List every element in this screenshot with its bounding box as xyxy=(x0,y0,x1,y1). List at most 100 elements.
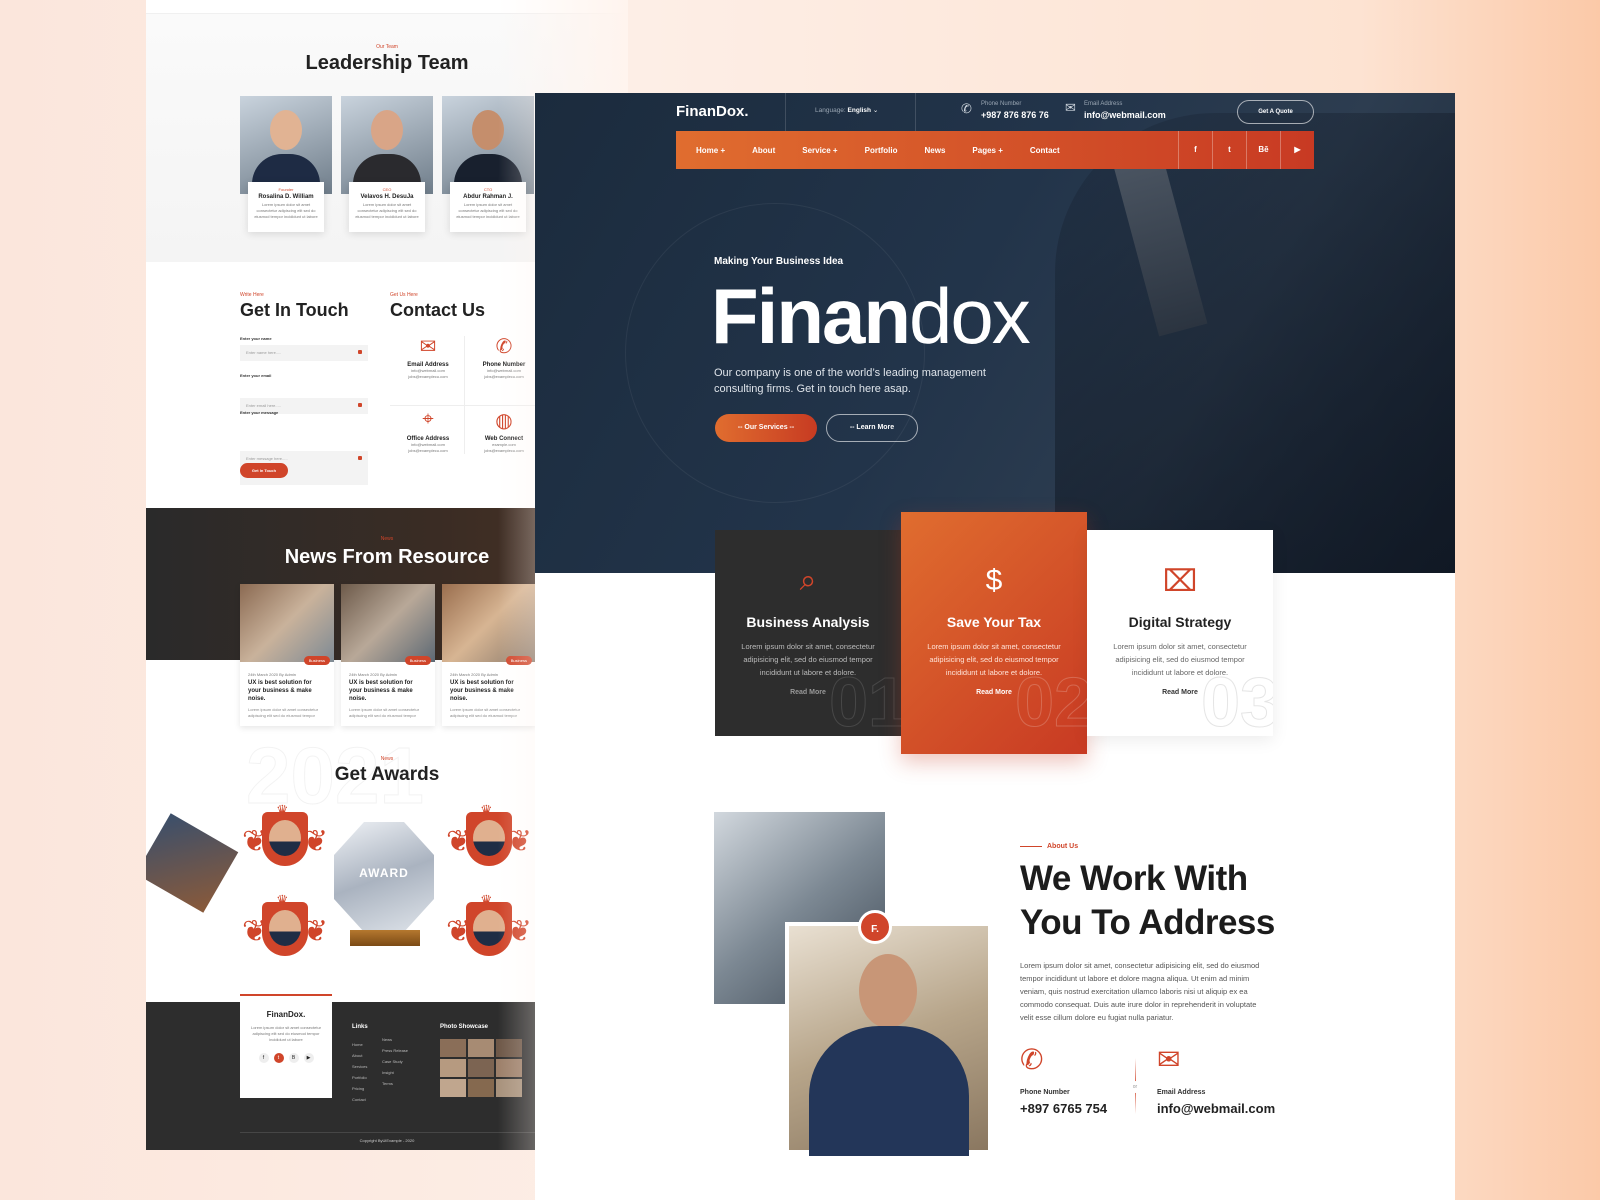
service-title: Business Analysis xyxy=(746,614,870,630)
money-bag-icon: $ xyxy=(985,564,1003,597)
team-role: CEO xyxy=(382,187,392,192)
chevron-down-icon: ⌄ xyxy=(872,107,879,114)
email-placeholder: Enter email here..... xyxy=(246,403,281,408)
envelope-icon: ✉ xyxy=(1157,1044,1181,1075)
briefcase-icon: ⌧ xyxy=(1162,565,1198,598)
twitter-icon[interactable]: t xyxy=(273,1053,284,1063)
message-placeholder: Enter message here..... xyxy=(246,456,288,461)
footer-link[interactable]: Insight xyxy=(382,1067,408,1078)
touch-eyebrow: Write Here xyxy=(240,292,264,298)
team-photo xyxy=(341,96,433,194)
nav-item-pages[interactable]: Pages + xyxy=(972,146,1002,155)
hero-eyebrow: Making Your Business Idea xyxy=(714,256,844,267)
nav-item-portfolio[interactable]: Portfolio xyxy=(865,146,898,155)
team-card[interactable]: CEO Velavos H. DesuJa Lorem ipsum dolor … xyxy=(341,96,433,232)
news-card-title: UX is best solution for your business & … xyxy=(248,680,312,702)
youtube-icon[interactable]: ▶ xyxy=(1280,131,1314,169)
footer-link[interactable]: Contact xyxy=(352,1094,368,1105)
footer-link[interactable]: Pricing xyxy=(352,1083,368,1094)
hero-title-bold: Finan xyxy=(711,272,911,360)
name-label: Enter your name xyxy=(240,336,272,341)
award-portrait xyxy=(269,820,301,856)
facebook-icon[interactable]: f xyxy=(258,1053,269,1063)
about-eyebrow: About Us xyxy=(1047,843,1079,850)
contact-box-office: ⌖ Office Address info@webmail.com jobs@exam… xyxy=(394,408,462,454)
footer-link[interactable]: Portfolio xyxy=(352,1072,368,1083)
footer-brand: FinanDox. xyxy=(266,1010,306,1019)
about-email-value[interactable]: info@webmail.com xyxy=(1157,1101,1275,1116)
news-tag: Business xyxy=(303,656,330,665)
nav-item-contact[interactable]: Contact xyxy=(1030,146,1060,155)
twitter-icon[interactable]: t xyxy=(1212,131,1246,169)
facebook-icon[interactable]: f xyxy=(1178,131,1212,169)
footer-link[interactable]: Press Release xyxy=(382,1045,408,1056)
magnifier-chart-icon: ⌕ xyxy=(799,564,817,597)
photo-thumb[interactable] xyxy=(440,1039,466,1057)
about-phone-value[interactable]: +897 6765 754 xyxy=(1020,1101,1107,1116)
photo-thumb[interactable] xyxy=(468,1039,494,1057)
trophy-base xyxy=(350,930,420,946)
learn-more-button[interactable]: -- Learn More xyxy=(826,414,918,442)
team-name: Rosalina D. William xyxy=(258,194,314,200)
contact-box-line: jobs@examplecu.com xyxy=(408,448,448,453)
photo-thumb[interactable] xyxy=(468,1079,494,1097)
photo-thumb[interactable] xyxy=(440,1079,466,1097)
nav-item-service[interactable]: Service + xyxy=(802,146,837,155)
or-separator: or xyxy=(1129,1081,1141,1093)
about-email-label: Email Address xyxy=(1157,1089,1206,1096)
eyebrow-line xyxy=(1020,846,1042,847)
service-card-save-your-tax[interactable]: $ Save Your Tax Lorem ipsum dolor sit am… xyxy=(901,512,1087,754)
footer-link[interactable]: Case Study xyxy=(382,1056,408,1067)
news-card[interactable]: Business24th March 2020 By AdminUX is be… xyxy=(341,584,435,726)
team-card[interactable]: Founder Rosalina D. William Lorem ipsum … xyxy=(240,96,332,232)
service-card-business-analysis[interactable]: ⌕ Business Analysis Lorem ipsum dolor si… xyxy=(715,530,901,736)
our-services-button[interactable]: -- Our Services -- xyxy=(715,414,817,442)
behance-icon[interactable]: B xyxy=(288,1053,299,1063)
crown-icon: ♛ xyxy=(276,892,289,908)
footer-link[interactable]: News xyxy=(382,1034,408,1045)
team-photo xyxy=(240,96,332,194)
get-a-quote-button[interactable]: Get A Quote xyxy=(1237,100,1314,124)
footer-links-col2: News Press Release Case Study Insight Terms xyxy=(382,1034,408,1089)
footer-link[interactable]: Terms xyxy=(382,1078,408,1089)
email-icon: ✉ xyxy=(1065,100,1076,115)
nav-item-news[interactable]: News xyxy=(925,146,946,155)
footer-link[interactable]: Home xyxy=(352,1039,368,1050)
footer-links-col1: Links Home About Services Portfolio Pricing Co… xyxy=(352,1022,368,1105)
footer-link[interactable]: Services xyxy=(352,1061,368,1072)
email-label: Enter your email xyxy=(240,373,272,378)
email-value[interactable]: info@webmail.com xyxy=(1084,110,1166,120)
team-text: Lorem ipsum dolor sit amet consectetur a… xyxy=(254,202,318,219)
award-portrait xyxy=(269,910,301,946)
footer-link[interactable]: About xyxy=(352,1050,368,1061)
news-image xyxy=(240,584,334,662)
topbar-divider xyxy=(785,93,786,133)
event-photo xyxy=(146,813,239,913)
name-field[interactable]: Enter name here..... xyxy=(240,345,368,361)
get-in-touch-button[interactable]: Get In Touch xyxy=(240,463,288,478)
news-image xyxy=(341,584,435,662)
main-nav: Home + About Service + Portfolio News Pa… xyxy=(676,131,1314,169)
team-info: CEO Velavos H. DesuJa Lorem ipsum dolor … xyxy=(349,182,425,232)
team-info: Founder Rosalina D. William Lorem ipsum … xyxy=(248,182,324,232)
service-number: 01 xyxy=(829,663,901,737)
language-selector[interactable]: Language: English ⌄ xyxy=(815,106,878,114)
footer-links-title: Links xyxy=(352,1024,368,1030)
youtube-icon[interactable]: ▶ xyxy=(303,1053,314,1063)
phone-value[interactable]: +987 876 876 76 xyxy=(981,110,1049,120)
award-trophy-label: AWARD xyxy=(359,866,409,880)
behance-icon[interactable]: Bē xyxy=(1246,131,1280,169)
news-tag: Business xyxy=(404,656,431,665)
brand-logo[interactable]: FinanDox. xyxy=(676,103,749,120)
news-card-title: UX is best solution for your business & … xyxy=(349,680,413,702)
nav-item-about[interactable]: About xyxy=(752,146,775,155)
nav-item-home[interactable]: Home + xyxy=(696,146,725,155)
photo-thumb[interactable] xyxy=(468,1059,494,1077)
contact-eyebrow: Get Us Here xyxy=(390,292,418,298)
footer-about: Lorem ipsum dolor sit amet consectetur a… xyxy=(250,1025,322,1042)
service-card-digital-strategy[interactable]: ⌧ Digital Strategy Lorem ipsum dolor sit… xyxy=(1087,530,1273,736)
topbar-divider xyxy=(915,93,916,133)
photo-thumb[interactable] xyxy=(440,1059,466,1077)
name-placeholder: Enter name here..... xyxy=(246,350,282,355)
news-card[interactable]: Business24th March 2020 By AdminUX is be… xyxy=(240,584,334,726)
